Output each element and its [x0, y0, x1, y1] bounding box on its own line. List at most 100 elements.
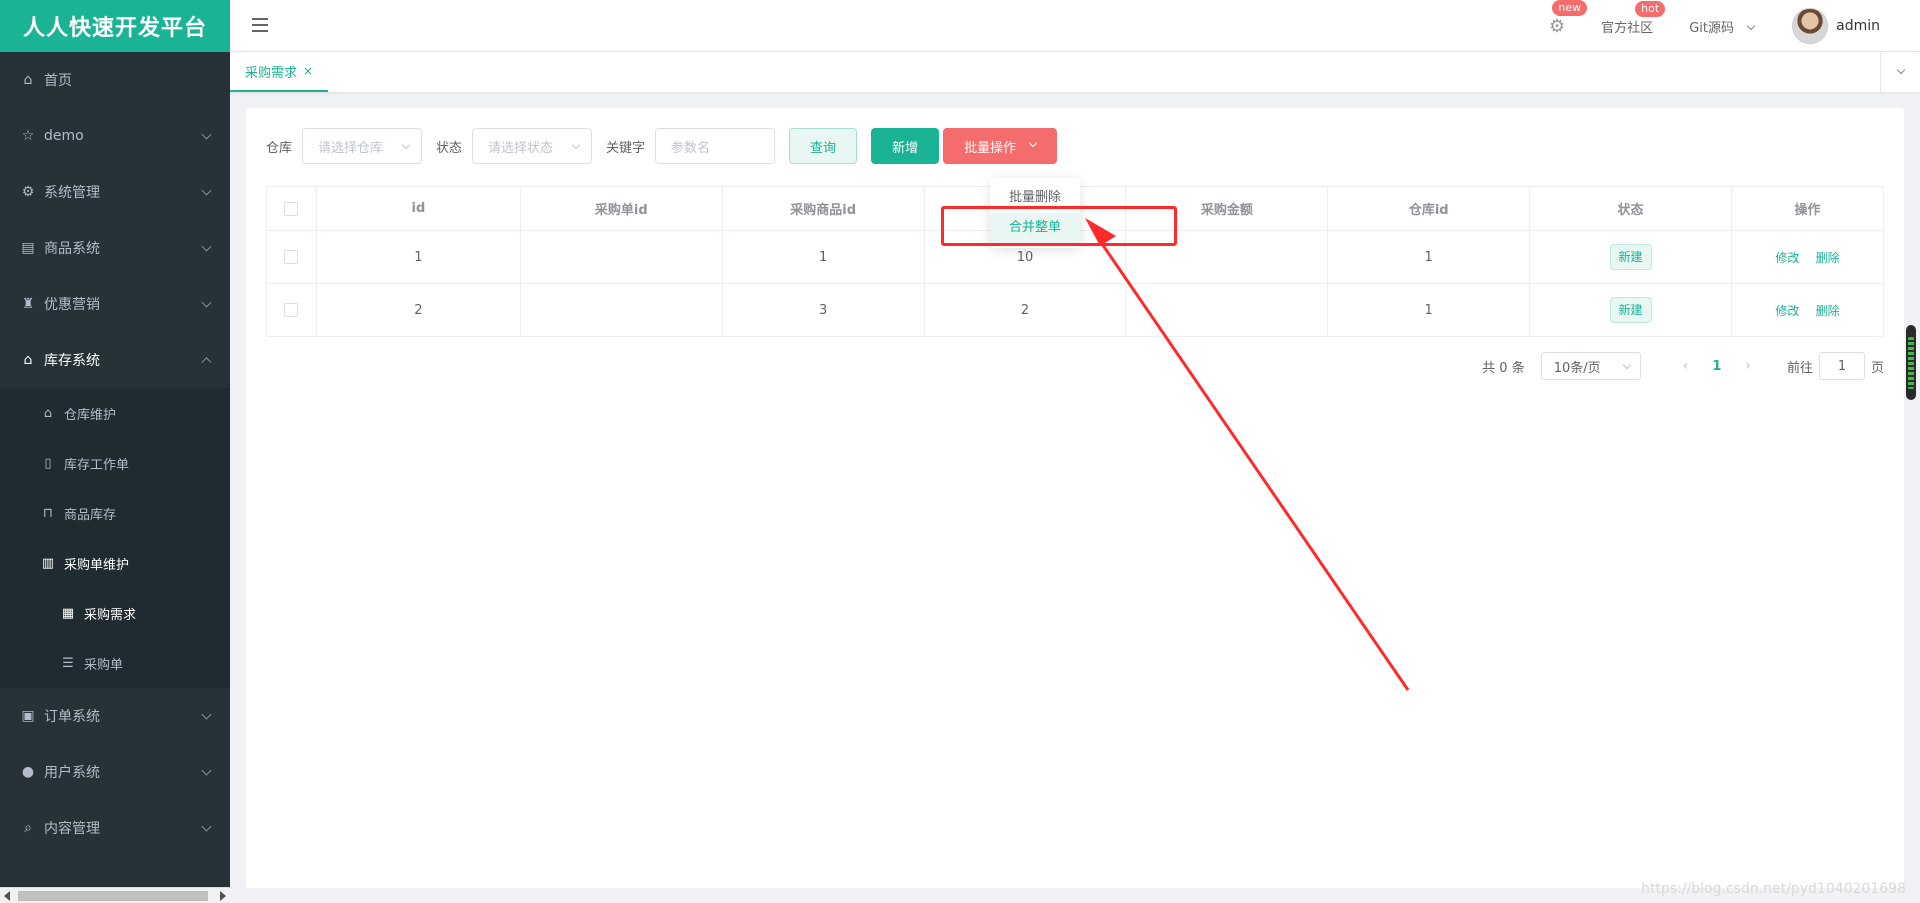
page-unit-label: 页 [1870, 360, 1884, 376]
vertical-scrollbar[interactable] [1906, 325, 1916, 400]
column-header[interactable]: id [315, 186, 521, 231]
sidebar-item-goods[interactable]: ▤ 商品系统 [0, 220, 230, 276]
scroll-left-icon[interactable] [4, 891, 10, 901]
sidebar-item-label: 优惠营销 [44, 297, 100, 313]
keyword-placeholder: 参数名 [671, 140, 711, 156]
sidebar-item-inventory[interactable]: ⌂ 库存系统 [0, 332, 230, 388]
sidebar-item-user[interactable]: ● 用户系统 [0, 744, 230, 800]
chevron-down-icon [201, 297, 212, 308]
goto-page-input[interactable]: 1 [1818, 352, 1865, 380]
gear-icon: ⚙ [1549, 15, 1566, 37]
settings-button[interactable]: ⚙ new [1531, 0, 1588, 37]
inventory-submenu: ⌂ 仓库维护 ▯ 库存工作单 ⊓ 商品库存 ▥ 采购单维护 ▦ 采购需求 ☰ 采… [0, 388, 230, 688]
batch-operation-button[interactable]: 批量操作 [943, 128, 1058, 164]
sidebar-item-label: 采购需求 [84, 607, 137, 623]
tabs-menu-button[interactable] [1880, 52, 1920, 92]
annotation-highlight-box [941, 206, 1177, 246]
chevron-down-icon [1896, 65, 1905, 75]
column-header[interactable]: 采购单id [519, 186, 723, 231]
community-label: 官方社区 [1601, 20, 1654, 36]
chevron-down-icon [201, 241, 212, 252]
chevron-down-icon [201, 765, 212, 776]
scroll-right-icon[interactable] [220, 891, 226, 901]
delete-link[interactable]: 删除 [1816, 251, 1840, 265]
add-button[interactable]: 新增 [871, 128, 940, 164]
sidebar-item-label: 订单系统 [44, 709, 100, 725]
status-badge: 新建 [1609, 244, 1652, 270]
gear-icon: ⚙ [21, 184, 35, 200]
table-icon: ▦ [61, 605, 75, 621]
user-menu[interactable]: admin [1772, 8, 1920, 44]
column-header[interactable]: 操作 [1731, 186, 1884, 231]
watermark: https://blog.csdn.net/pyd1040201698 [1641, 881, 1906, 897]
table-cell: 2 [923, 283, 1127, 337]
sidebar-item-home[interactable]: ⌂ 首页 [0, 52, 230, 108]
chevron-down-icon [201, 129, 212, 140]
page-size-select[interactable]: 10条/页 [1540, 352, 1641, 380]
tab-label: 采购需求 [245, 65, 298, 81]
chevron-down-icon [1622, 360, 1631, 370]
column-header[interactable]: 采购商品id [721, 186, 925, 231]
star-icon: ☆ [21, 128, 35, 144]
sidebar-menu: ⌂ 首页 ☆ demo ⚙ 系统管理 ▤ 商品系统 ♜ 优惠营销 ⌂ 库存系统 [0, 52, 230, 856]
community-link[interactable]: 官方社区 hot [1583, 0, 1671, 36]
chevron-down-icon [201, 185, 212, 196]
table-cell: 3 [721, 283, 925, 337]
table-cell: 1 [1327, 230, 1531, 284]
sidebar-item-label: 用户系统 [44, 765, 100, 781]
keyword-label: 关键字 [606, 140, 646, 156]
avatar [1792, 8, 1829, 44]
select-all-checkbox[interactable] [284, 201, 299, 216]
home-icon: ⌂ [43, 405, 53, 421]
user-icon: ● [21, 764, 35, 780]
brand-logo[interactable]: 人人快速开发平台 [0, 0, 230, 52]
table-cell: 1 [315, 230, 521, 284]
document-icon: ▤ [21, 240, 35, 256]
status-select[interactable]: 请选择状态 [472, 128, 593, 164]
sidebar-item-label: 商品库存 [64, 507, 117, 523]
delete-link[interactable]: 删除 [1816, 304, 1840, 318]
next-page-button[interactable]: › [1745, 358, 1751, 374]
status-label: 状态 [436, 140, 463, 156]
edit-link[interactable]: 修改 [1775, 304, 1799, 318]
sidebar-item-system[interactable]: ⚙ 系统管理 [0, 164, 230, 220]
row-checkbox[interactable] [284, 303, 299, 317]
keyword-input[interactable]: 参数名 [655, 128, 776, 164]
warehouse-label: 仓库 [266, 140, 293, 156]
sidebar-item-label: 库存系统 [44, 353, 100, 369]
git-label: Git源码 [1689, 20, 1734, 36]
column-header[interactable]: 仓库id [1327, 186, 1531, 231]
batch-label: 批量操作 [964, 140, 1017, 156]
sidebar-item-warehouse[interactable]: ⌂ 仓库维护 [0, 388, 230, 438]
query-button[interactable]: 查询 [789, 128, 858, 164]
tab-purchase-req[interactable]: 采购需求 × [230, 52, 329, 92]
warehouse-select[interactable]: 请选择仓库 [302, 128, 423, 164]
lock-icon: ⊓ [42, 505, 54, 521]
sidebar-item-workorder[interactable]: ▯ 库存工作单 [0, 438, 230, 488]
sidebar-item-purchase-maint[interactable]: ▥ 采购单维护 [0, 538, 230, 588]
sidebar-item-promo[interactable]: ♜ 优惠营销 [0, 276, 230, 332]
column-header[interactable]: 状态 [1529, 186, 1732, 231]
edit-link[interactable]: 修改 [1775, 251, 1799, 265]
prev-page-button[interactable]: ‹ [1683, 358, 1689, 374]
sidebar-item-demo[interactable]: ☆ demo [0, 108, 230, 164]
sidebar-item-order[interactable]: ▣ 订单系统 [0, 688, 230, 744]
sidebar-horizontal-scrollbar[interactable] [0, 887, 230, 903]
scrollbar-thumb[interactable] [18, 891, 208, 901]
git-source-dropdown[interactable]: Git源码 [1671, 17, 1772, 36]
table-cell [519, 283, 723, 337]
page-number[interactable]: 1 [1712, 359, 1721, 374]
sidebar-item-purchase-order[interactable]: ☰ 采购单 [0, 638, 230, 688]
total-count: 共 0 条 [1482, 360, 1525, 376]
row-checkbox[interactable] [284, 250, 299, 264]
close-icon[interactable]: × [303, 64, 313, 78]
table-cell [519, 230, 723, 284]
sidebar-item-content[interactable]: ⌕ 内容管理 [0, 800, 230, 856]
sidebar: 人人快速开发平台 ⌂ 首页 ☆ demo ⚙ 系统管理 ▤ 商品系统 ♜ 优惠营… [0, 0, 230, 903]
sidebar-item-stock[interactable]: ⊓ 商品库存 [0, 488, 230, 538]
sidebar-item-purchase-req[interactable]: ▦ 采购需求 [0, 588, 230, 638]
chevron-down-icon [1028, 138, 1038, 148]
header-right: ⚙ new 官方社区 hot Git源码 admin [1531, 0, 1920, 52]
page-size-value: 10条/页 [1553, 360, 1601, 376]
menu-toggle-icon[interactable] [252, 18, 268, 32]
